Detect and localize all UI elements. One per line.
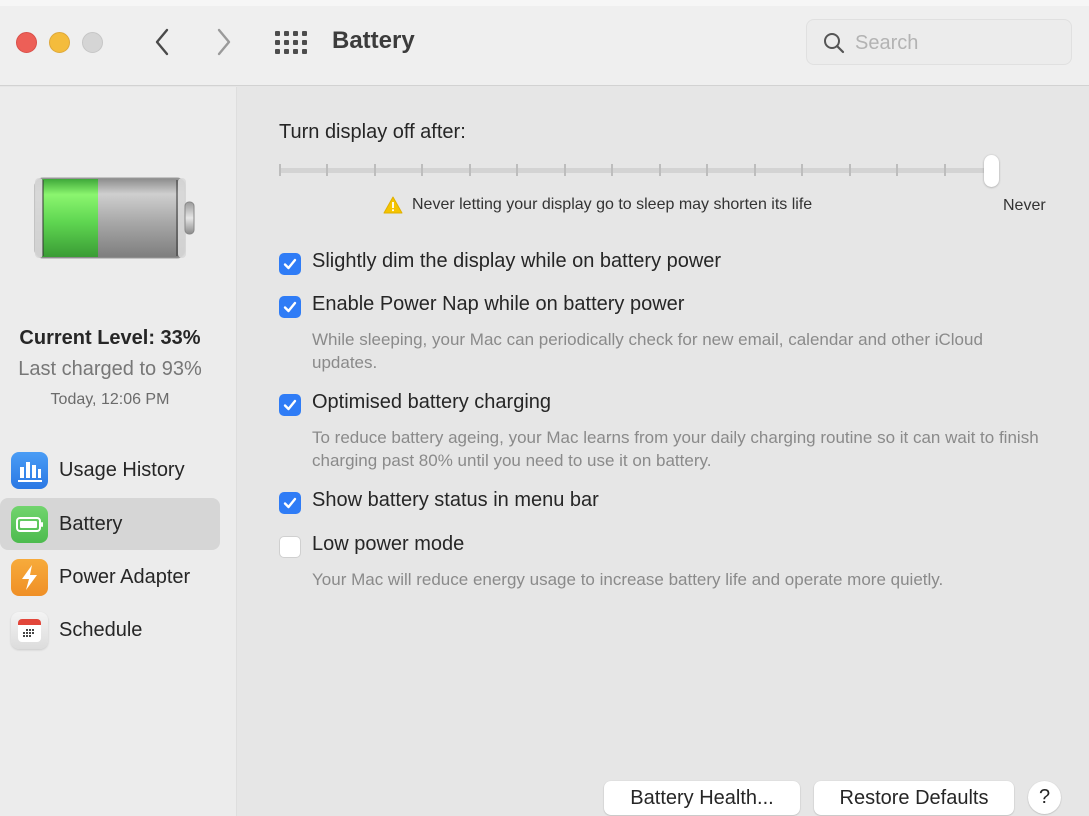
checkmark-icon [283,301,297,313]
forward-button[interactable] [211,26,237,58]
chevron-right-icon [217,28,231,56]
current-level-text: Current Level: 33% [19,327,201,349]
grid-dot [302,40,307,45]
help-button[interactable]: ? [1028,781,1061,814]
grid-dot [293,49,298,54]
option-label: Show battery status in menu bar [312,489,599,511]
grid-dot [275,40,280,45]
dim-display-checkbox[interactable] [279,253,301,275]
display-sleep-warning: Never letting your display go to sleep m… [383,196,812,214]
sidebar-item-label: Power Adapter [59,565,191,588]
power-adapter-icon [11,559,48,596]
show-battery-status-checkbox[interactable] [279,492,301,514]
battery-health-button[interactable]: Battery Health... [604,781,800,815]
title-bar-top-edge [0,0,1089,6]
warning-text: Never letting your display go to sleep m… [412,196,813,213]
warning-icon [383,196,403,214]
option-label: Enable Power Nap while on battery power [312,293,685,315]
chevron-left-icon [155,28,169,56]
last-charged-time: Today, 12:06 PM [50,391,170,408]
display-off-label: Turn display off after: [279,121,466,143]
title-bar: Battery [0,0,1089,86]
slider-tick [896,164,899,176]
checkmark-icon [283,399,297,411]
grid-dot [302,31,307,36]
option-label: Low power mode [312,533,465,555]
option-description: To reduce battery ageing, your Mac learn… [312,428,1039,470]
sidebar-item-power-adapter[interactable]: Power Adapter [0,551,220,603]
schedule-icon [11,612,48,649]
window-title: Battery [332,27,415,54]
search-icon [824,33,845,54]
sidebar-item-label: Schedule [59,618,143,641]
grid-dot [284,31,289,36]
sidebar: Current Level: 33% Last charged to 93% T… [0,87,237,816]
grid-dot [293,40,298,45]
grid-dot [275,49,280,54]
slider-tick [326,164,329,176]
display-off-slider[interactable] [279,155,1007,187]
slider-tick [468,164,471,176]
search-field[interactable] [806,19,1072,65]
slider-track[interactable] [279,168,993,173]
grid-dot [275,31,280,36]
slider-tick [516,164,519,176]
slider-tick [706,164,709,176]
checkmark-icon [283,497,297,509]
slider-tick [848,164,851,176]
sidebar-item-schedule[interactable]: Schedule [0,604,220,656]
sidebar-item-label: Battery [59,512,123,535]
grid-dot [293,31,298,36]
slider-tick [658,164,661,176]
sidebar-item-battery[interactable]: Battery [0,498,220,550]
grid-dot [302,49,307,54]
option-description: While sleeping, your Mac can periodicall… [312,330,983,372]
battery-settings-panel: Turn display off after: Never letting yo… [238,87,1089,816]
optimised-charging-checkbox[interactable] [279,394,301,416]
slider-tick [373,164,376,176]
slider-tick [611,164,614,176]
slider-tick [563,164,566,176]
minimize-button[interactable] [49,32,70,53]
zoom-button[interactable] [82,32,103,53]
grid-dot [284,49,289,54]
slider-tick [753,164,756,176]
grid-dot [284,40,289,45]
slider-tick [421,164,424,176]
option-description: Your Mac will reduce energy usage to inc… [312,570,944,589]
show-all-button[interactable] [275,29,309,55]
low-power-mode-checkbox[interactable] [279,536,301,558]
slider-tick [279,164,281,176]
slider-tick [801,164,804,176]
slider-value-label: Never [1003,197,1046,214]
sidebar-item-label: Usage History [59,458,185,481]
sidebar-item-usage-history[interactable]: Usage History [0,444,220,496]
battery-level-graphic [34,177,195,259]
slider-thumb[interactable] [984,155,999,187]
close-button[interactable] [16,32,37,53]
slider-tick [943,164,946,176]
last-charged-text: Last charged to 93% [18,358,202,380]
power-nap-checkbox[interactable] [279,296,301,318]
checkmark-icon [283,258,297,270]
usage-history-icon [11,452,48,489]
search-input[interactable] [855,28,1055,58]
option-label: Optimised battery charging [312,391,552,413]
back-button[interactable] [149,26,175,58]
option-label: Slightly dim the display while on batter… [312,250,722,272]
restore-defaults-button[interactable]: Restore Defaults [814,781,1014,815]
battery-icon [11,506,48,543]
